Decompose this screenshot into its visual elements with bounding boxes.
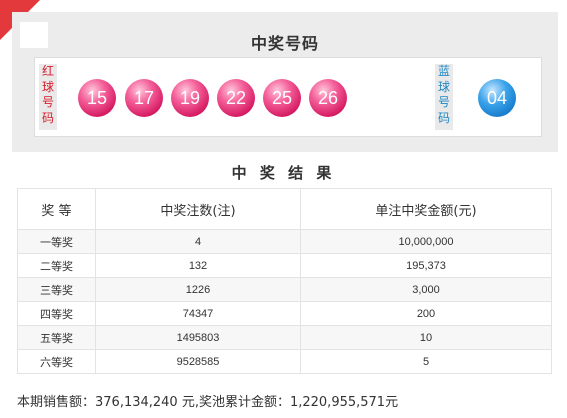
red-ball: 17 <box>125 79 163 117</box>
prize-amount: 10,000,000 <box>300 229 552 254</box>
panel-title: 中奖号码 <box>250 34 319 53</box>
red-ball: 25 <box>263 79 301 117</box>
winner-count: 1495803 <box>95 325 301 350</box>
table-row: 四等奖 74347 200 <box>17 301 552 326</box>
corner-notch <box>20 22 48 48</box>
prize-level: 五等奖 <box>17 325 96 350</box>
prize-amount: 5 <box>300 349 552 374</box>
header-count: 中奖注数(注) <box>95 188 301 230</box>
table-header-row: 奖 等 中奖注数(注) 单注中奖金额(元) <box>17 188 552 230</box>
prize-amount: 195,373 <box>300 253 552 278</box>
table-row: 一等奖 4 10,000,000 <box>17 229 552 254</box>
winner-count: 1226 <box>95 277 301 302</box>
prize-amount: 10 <box>300 325 552 350</box>
table-row: 三等奖 1226 3,000 <box>17 277 552 302</box>
red-ball: 15 <box>78 79 116 117</box>
results-table: 奖 等 中奖注数(注) 单注中奖金额(元) 一等奖 4 10,000,000 二… <box>17 188 552 374</box>
table-row: 二等奖 132 195,373 <box>17 253 552 278</box>
prize-level: 二等奖 <box>17 253 96 278</box>
red-ball: 19 <box>171 79 209 117</box>
table-row: 五等奖 1495803 10 <box>17 325 552 350</box>
winner-count: 74347 <box>95 301 301 326</box>
winning-numbers-panel: 中奖号码 红球号码 15 17 19 22 25 26 蓝球号码 04 <box>12 12 558 152</box>
red-ball-label: 红球号码 <box>39 64 57 130</box>
numbers-box: 红球号码 15 17 19 22 25 26 蓝球号码 04 <box>34 57 542 137</box>
results-title: 中 奖 结 果 <box>231 164 336 182</box>
prize-level: 三等奖 <box>17 277 96 302</box>
header-level: 奖 等 <box>17 188 96 230</box>
sales-summary: 本期销售额：376,134,240 元,奖池累计金额：1,220,955,571… <box>17 395 399 410</box>
blue-ball: 04 <box>478 79 516 117</box>
winner-count: 9528585 <box>95 349 301 374</box>
red-ball: 26 <box>309 79 347 117</box>
winner-count: 132 <box>95 253 301 278</box>
prize-level: 一等奖 <box>17 229 96 254</box>
winner-count: 4 <box>95 229 301 254</box>
prize-amount: 200 <box>300 301 552 326</box>
red-ball: 22 <box>217 79 255 117</box>
prize-level: 六等奖 <box>17 349 96 374</box>
prize-level: 四等奖 <box>17 301 96 326</box>
header-amount: 单注中奖金额(元) <box>300 188 552 230</box>
prize-amount: 3,000 <box>300 277 552 302</box>
blue-ball-label: 蓝球号码 <box>435 64 453 130</box>
table-row: 六等奖 9528585 5 <box>17 349 552 374</box>
